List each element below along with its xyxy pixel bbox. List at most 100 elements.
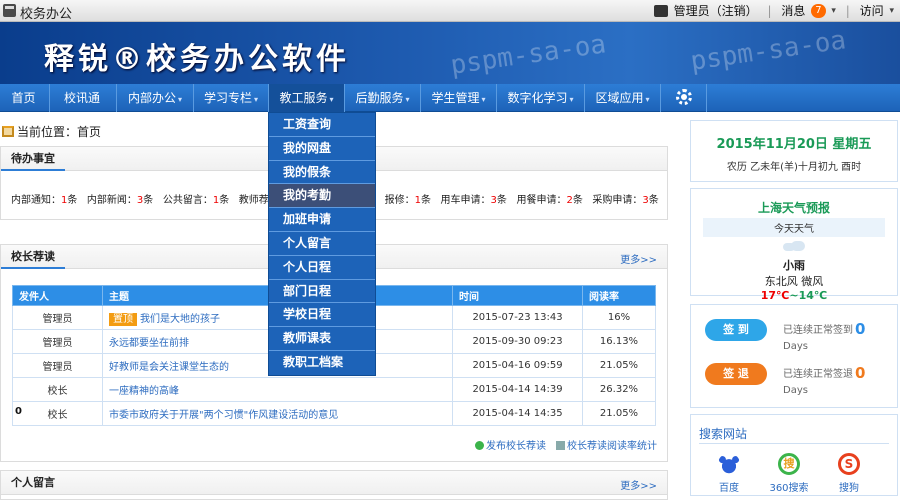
calendar-lunar: 农历 乙未年(羊)十月初九 酉时 bbox=[726, 162, 862, 173]
nav-item-home[interactable]: 首页 bbox=[0, 84, 50, 112]
divider bbox=[699, 443, 889, 444]
cell-rate: 16% bbox=[582, 305, 656, 330]
weather-temperature: 17℃~14℃ bbox=[760, 289, 828, 302]
row-mark: 0 bbox=[15, 406, 22, 417]
nav-item-study[interactable]: 学习专栏 ▾ bbox=[194, 84, 269, 112]
todo-panel-title: 待办事宜 bbox=[1, 147, 65, 171]
stats-icon bbox=[556, 441, 565, 450]
nav-item-student-management[interactable]: 学生管理 ▾ bbox=[421, 84, 497, 112]
todo-item[interactable]: 用车申请：3条 bbox=[441, 195, 507, 206]
breadcrumb: 当前位置：首页 bbox=[2, 123, 101, 140]
more-link[interactable]: 更多>> bbox=[620, 251, 657, 266]
col-sender: 发件人 bbox=[12, 285, 103, 306]
divider: | bbox=[845, 3, 850, 18]
home-icon bbox=[2, 126, 14, 137]
menu-item-my-drive[interactable]: 我的网盘 bbox=[269, 137, 375, 161]
nav-item-regional-apps[interactable]: 区域应用 ▾ bbox=[585, 84, 661, 112]
360-search-link[interactable]: 搜 360搜索 bbox=[759, 453, 819, 494]
nav-item-school-messenger[interactable]: 校讯通 bbox=[50, 84, 117, 112]
app-icon bbox=[3, 4, 16, 17]
signin-count: 0 bbox=[855, 320, 866, 338]
sogou-link[interactable]: S 搜狗 bbox=[819, 453, 879, 494]
messages-panel-title: 个人留言 bbox=[11, 476, 55, 489]
menu-item-salary-query[interactable]: 工资查询 bbox=[269, 113, 375, 137]
calendar-date: 2015年11月20日 星期五 bbox=[716, 137, 872, 152]
gear-icon bbox=[676, 89, 692, 105]
cell-time: 2015-04-14 14:35 bbox=[452, 401, 583, 426]
breadcrumb-label: 当前位置：首页 bbox=[17, 125, 102, 139]
calendar-panel: 2015年11月20日 星期五 农历 乙未年(羊)十月初九 酉时 bbox=[690, 120, 898, 182]
principal-panel-title: 校长荐读 bbox=[1, 245, 65, 269]
signout-button[interactable]: 签 退 bbox=[705, 363, 767, 385]
cell-time: 2015-04-16 09:59 bbox=[452, 353, 583, 378]
todo-item[interactable]: 内部新闻：3条 bbox=[87, 195, 153, 206]
signin-row: 签 到 已连续正常签到 Days 0 bbox=[705, 319, 885, 359]
todo-item[interactable]: 内部通知：1条 bbox=[11, 195, 77, 206]
nav-item-logistics[interactable]: 后勤服务 ▾ bbox=[345, 84, 421, 112]
weather-title: 上海天气预报 bbox=[757, 201, 830, 215]
main-nav: 首页 校讯通 内部办公 ▾ 学习专栏 ▾ 教工服务 ▾ 后勤服务 ▾ 学生管理 ▾ 数字化… bbox=[0, 84, 900, 112]
more-link[interactable]: 更多>> bbox=[620, 477, 657, 492]
table-row[interactable]: 校长 一座精神的高峰 2015-04-14 14:39 26.32% bbox=[12, 377, 656, 402]
nav-item-staff-services[interactable]: 教工服务 ▾ bbox=[269, 84, 345, 112]
menu-item-personal-schedule[interactable]: 个人日程 bbox=[269, 256, 375, 280]
header-banner: 释锐®校务办公软件 pspm-sa-oa pspm-sa-oa bbox=[0, 22, 900, 84]
menu-item-my-leave[interactable]: 我的假条 bbox=[269, 161, 375, 185]
baidu-link[interactable]: 百度 bbox=[699, 453, 759, 494]
window-title: 校务办公 bbox=[20, 7, 73, 22]
chevron-down-icon[interactable]: ▾ bbox=[889, 6, 894, 16]
cell-rate: 16.13% bbox=[582, 329, 656, 354]
cell-time: 2015-07-23 13:43 bbox=[452, 305, 583, 330]
360-search-icon: 搜 bbox=[778, 453, 800, 475]
cell-time: 2015-04-14 14:39 bbox=[452, 377, 583, 402]
table-row[interactable]: 0 校长 市委市政府关于开展"两个习惯"作风建设活动的意见 2015-04-14 … bbox=[12, 401, 656, 426]
signin-status: 已连续正常签到 Days bbox=[783, 325, 853, 352]
cell-subject[interactable]: 一座精神的高峰 bbox=[102, 377, 453, 402]
menu-item-teacher-timetable[interactable]: 教师课表 bbox=[269, 327, 375, 351]
pinned-badge: 置顶 bbox=[109, 313, 137, 326]
divider: | bbox=[767, 3, 772, 18]
todo-item[interactable]: 报修：1条 bbox=[385, 195, 431, 206]
signin-button[interactable]: 签 到 bbox=[705, 319, 767, 341]
stats-link[interactable]: 校长荐读阅读率统计 bbox=[567, 441, 657, 452]
cell-rate: 21.05% bbox=[582, 401, 656, 426]
menu-item-school-schedule[interactable]: 学校日程 bbox=[269, 303, 375, 328]
menu-item-department-schedule[interactable]: 部门日程 bbox=[269, 280, 375, 304]
publish-link[interactable]: 发布校长荐读 bbox=[486, 441, 546, 452]
visit-link[interactable]: 访问 bbox=[860, 2, 884, 19]
todo-item[interactable]: 用餐申请：2条 bbox=[516, 195, 582, 206]
col-time: 时间 bbox=[452, 285, 583, 306]
menu-item-overtime-request[interactable]: 加班申请 bbox=[269, 208, 375, 232]
cell-sender: 管理员 bbox=[12, 353, 103, 378]
weather-today-label: 今天天气 bbox=[703, 218, 885, 237]
cell-subject[interactable]: 市委市政府关于开展"两个习惯"作风建设活动的意见 bbox=[102, 401, 453, 426]
menu-item-personal-message[interactable]: 个人留言 bbox=[269, 232, 375, 256]
nav-item-internal-office[interactable]: 内部办公 ▾ bbox=[117, 84, 194, 112]
todo-item[interactable]: 公共留言：1条 bbox=[163, 195, 229, 206]
menu-item-my-attendance[interactable]: 我的考勤 bbox=[269, 184, 375, 209]
nav-item-digital-learning[interactable]: 数字化学习 ▾ bbox=[497, 84, 585, 112]
top-right-bar: 管理员（注销） | 消息 7 ▾ | 访问 ▾ bbox=[653, 2, 894, 20]
360-search-label: 360搜索 bbox=[769, 483, 809, 494]
todo-item[interactable]: 采购申请：3条 bbox=[592, 195, 658, 206]
search-sites-panel: 搜索网站 百度 搜 360搜索 S 搜狗 bbox=[690, 414, 898, 496]
signout-row: 签 退 已连续正常签退 Days 0 bbox=[705, 363, 885, 403]
col-rate: 阅读率 bbox=[582, 285, 656, 306]
messages-panel-header: 个人留言 更多>> bbox=[1, 471, 667, 495]
staff-services-dropdown: 工资查询 我的网盘 我的假条 我的考勤 加班申请 个人留言 个人日程 部门日程 … bbox=[268, 112, 376, 376]
menu-item-staff-archive[interactable]: 教职工档案 bbox=[269, 351, 375, 375]
user-logout-link[interactable]: 管理员（注销） bbox=[674, 2, 758, 19]
messages-link[interactable]: 消息 bbox=[781, 2, 805, 19]
cell-rate: 21.05% bbox=[582, 353, 656, 378]
cell-sender: 0 校长 bbox=[12, 401, 103, 426]
sogou-label: 搜狗 bbox=[839, 483, 859, 494]
nav-item-settings[interactable] bbox=[661, 84, 707, 112]
chevron-down-icon[interactable]: ▾ bbox=[831, 6, 836, 16]
messages-count-badge: 7 bbox=[811, 3, 826, 18]
window-titlebar: 校务办公 管理员（注销） | 消息 7 ▾ | 访问 ▾ bbox=[0, 0, 900, 22]
weather-condition: 小雨 bbox=[783, 259, 805, 272]
cell-rate: 26.32% bbox=[582, 377, 656, 402]
baidu-paw-icon bbox=[718, 453, 740, 475]
signout-count: 0 bbox=[855, 364, 866, 382]
search-sites-title: 搜索网站 bbox=[699, 427, 748, 441]
